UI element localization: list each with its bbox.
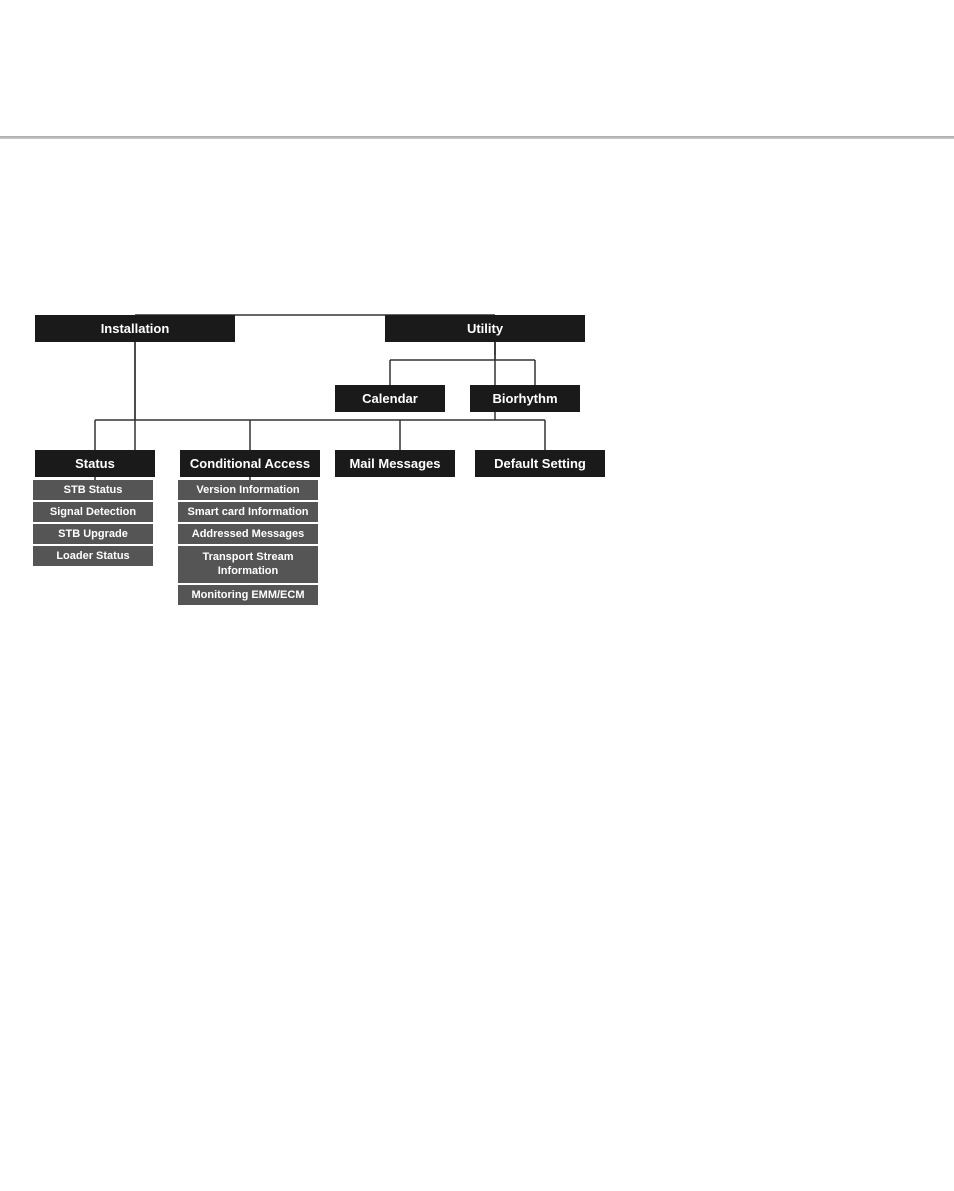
status-label: Status [35, 450, 155, 477]
addressed-messages-item[interactable]: Addressed Messages [178, 524, 318, 544]
conditional-access-label: Conditional Access [180, 450, 320, 477]
biorhythm-label: Biorhythm [470, 385, 580, 412]
installation-label: Installation [35, 315, 235, 342]
biorhythm-node: Biorhythm [470, 385, 580, 412]
utility-label: Utility [385, 315, 585, 342]
status-node: Status [35, 450, 155, 477]
utility-node: Utility [385, 315, 585, 342]
stb-status-item[interactable]: STB Status [33, 480, 153, 500]
conditional-access-node: Conditional Access [180, 450, 320, 477]
calendar-label: Calendar [335, 385, 445, 412]
status-items: STB Status Signal Detection STB Upgrade … [33, 480, 153, 566]
stb-upgrade-item[interactable]: STB Upgrade [33, 524, 153, 544]
diagram-wrapper: Installation Utility Calendar Biorhythm … [15, 295, 655, 635]
mail-messages-node: Mail Messages [335, 450, 455, 477]
transport-stream-information-item[interactable]: Transport StreamInformation [178, 546, 318, 583]
monitoring-emm-ecm-item[interactable]: Monitoring EMM/ECM [178, 585, 318, 605]
installation-node: Installation [35, 315, 235, 342]
smart-card-information-item[interactable]: Smart card Information [178, 502, 318, 522]
loader-status-item[interactable]: Loader Status [33, 546, 153, 566]
ca-items: Version Information Smart card Informati… [178, 480, 318, 605]
mail-messages-label: Mail Messages [335, 450, 455, 477]
top-rule [0, 136, 954, 139]
default-setting-node: Default Setting [475, 450, 605, 477]
calendar-node: Calendar [335, 385, 445, 412]
version-information-item[interactable]: Version Information [178, 480, 318, 500]
default-setting-label: Default Setting [475, 450, 605, 477]
signal-detection-item[interactable]: Signal Detection [33, 502, 153, 522]
